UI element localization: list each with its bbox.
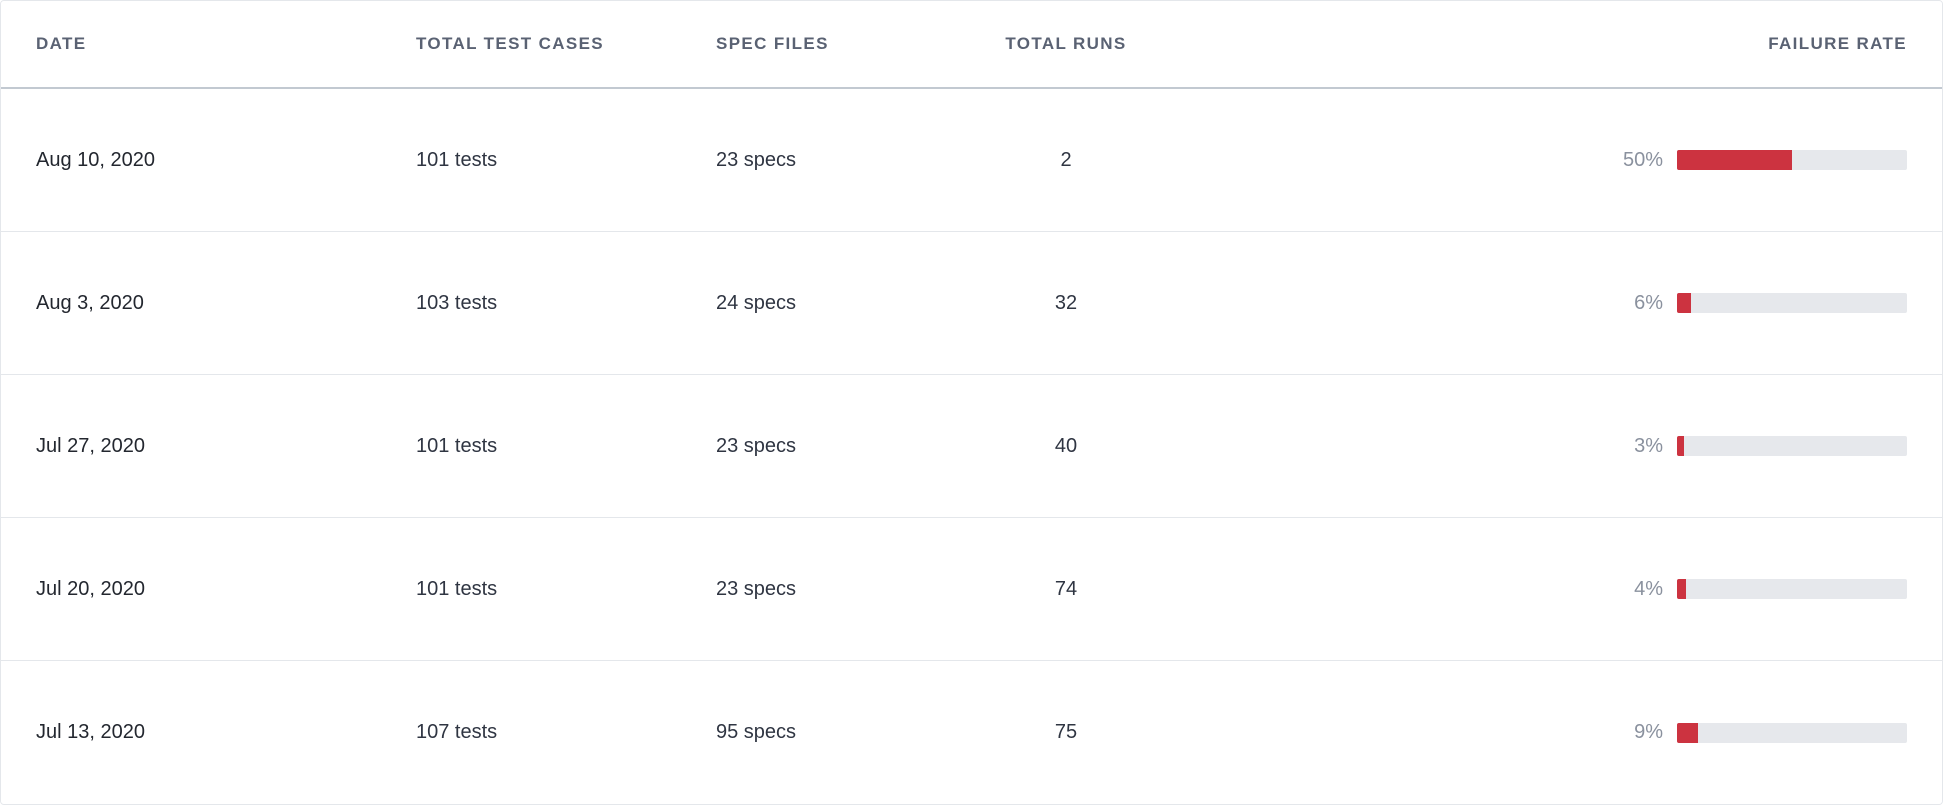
failure-rate-bar-fill (1677, 579, 1686, 599)
cell-tests: 101 tests (416, 578, 497, 600)
cell-tests: 107 tests (416, 721, 497, 743)
table-row[interactable]: Aug 3, 2020 103 tests 24 specs 32 6% (1, 232, 1942, 375)
header-failure-rate[interactable]: Failure Rate (1156, 34, 1907, 54)
cell-tests: 101 tests (416, 149, 497, 171)
failure-pct-label: 50% (1623, 149, 1663, 172)
failure-rate-bar (1677, 579, 1907, 599)
table-header-row: Date Total Test Cases Spec Files Total R… (1, 1, 1942, 89)
table-row[interactable]: Jul 13, 2020 107 tests 95 specs 75 9% (1, 661, 1942, 804)
cell-date: Aug 3, 2020 (36, 292, 144, 314)
cell-specs: 24 specs (716, 292, 796, 314)
cell-specs: 23 specs (716, 578, 796, 600)
cell-runs: 2 (1060, 149, 1071, 171)
header-total-runs[interactable]: Total Runs (976, 34, 1156, 54)
cell-date: Jul 13, 2020 (36, 721, 145, 743)
failure-rate-bar (1677, 723, 1907, 743)
failure-rate-bar-fill (1677, 723, 1698, 743)
cell-runs: 32 (1055, 292, 1077, 314)
failure-rate-bar (1677, 293, 1907, 313)
cell-runs: 75 (1055, 721, 1077, 743)
header-spec-files[interactable]: Spec Files (716, 34, 976, 54)
table-row[interactable]: Jul 20, 2020 101 tests 23 specs 74 4% (1, 518, 1942, 661)
cell-date: Jul 27, 2020 (36, 435, 145, 457)
table-row[interactable]: Aug 10, 2020 101 tests 23 specs 2 50% (1, 89, 1942, 232)
header-date[interactable]: Date (36, 34, 416, 54)
cell-date: Jul 20, 2020 (36, 578, 145, 600)
cell-specs: 23 specs (716, 435, 796, 457)
failure-pct-label: 9% (1634, 721, 1663, 744)
failure-rate-bar (1677, 150, 1907, 170)
failure-rate-bar (1677, 436, 1907, 456)
cell-specs: 95 specs (716, 721, 796, 743)
header-total-tests[interactable]: Total Test Cases (416, 34, 716, 54)
failure-rate-bar-fill (1677, 150, 1792, 170)
cell-tests: 103 tests (416, 292, 497, 314)
cell-specs: 23 specs (716, 149, 796, 171)
cell-tests: 101 tests (416, 435, 497, 457)
failure-pct-label: 3% (1634, 435, 1663, 458)
cell-runs: 40 (1055, 435, 1077, 457)
failure-rate-bar-fill (1677, 436, 1684, 456)
cell-runs: 74 (1055, 578, 1077, 600)
cell-date: Aug 10, 2020 (36, 149, 155, 171)
test-results-table: Date Total Test Cases Spec Files Total R… (0, 0, 1943, 805)
failure-pct-label: 4% (1634, 578, 1663, 601)
failure-rate-bar-fill (1677, 293, 1691, 313)
table-row[interactable]: Jul 27, 2020 101 tests 23 specs 40 3% (1, 375, 1942, 518)
failure-pct-label: 6% (1634, 292, 1663, 315)
